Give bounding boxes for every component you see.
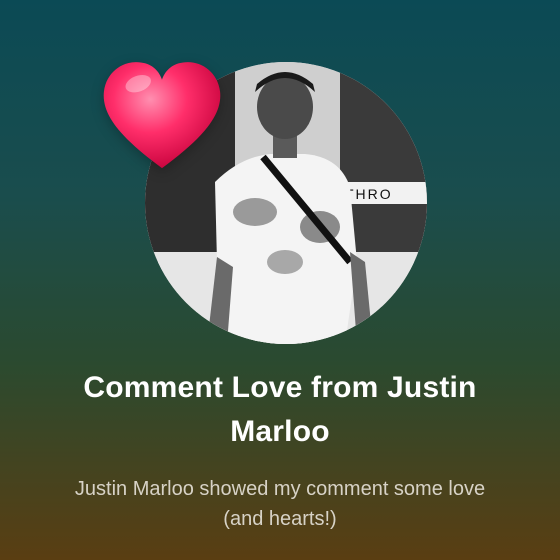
card-subtitle: Justin Marloo showed my comment some lov…: [74, 478, 486, 530]
card-title: Comment Love from Justin Marloo: [83, 371, 477, 448]
heart-icon: [103, 62, 221, 169]
comment-love-card: THRO Comment Love from Justin Marloo Jus…: [0, 0, 560, 560]
sign-text: THRO: [345, 186, 393, 202]
